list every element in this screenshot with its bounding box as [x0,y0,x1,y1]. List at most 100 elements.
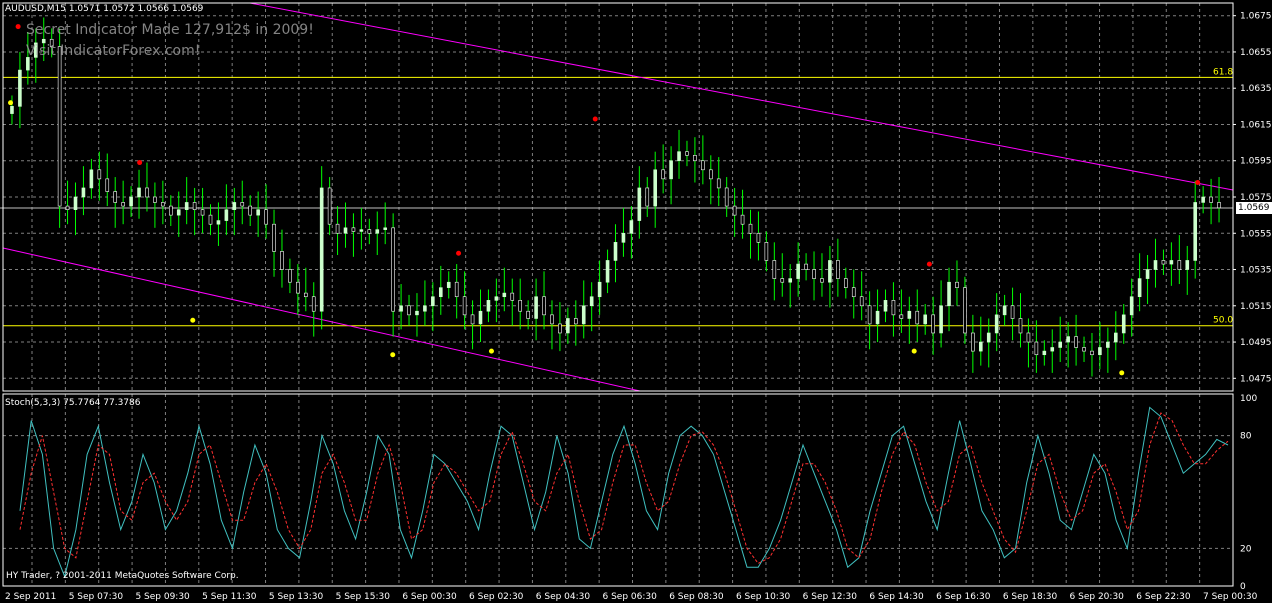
stoch-tick-label: 100 [1240,394,1257,404]
candle-body [264,209,268,225]
stoch-header: Stoch(5,3,3) 75.7764 77.3786 [5,398,141,408]
candle-body [121,202,125,207]
candle-body [1050,347,1055,352]
stoch-tick-label: 80 [1240,432,1252,442]
time-tick-label: 7 Sep 00:30 [1203,592,1258,602]
candle-body [137,187,141,198]
candle-body [812,269,816,279]
candle-body [65,205,70,210]
candle-body [1034,341,1039,356]
time-tick-label: 6 Sep 08:30 [669,592,724,602]
price-tick-label: 1.0495 [1240,338,1272,348]
candle-body [772,260,777,279]
candle-body [1153,260,1158,270]
candle-body [780,278,785,283]
price-tick-label: 1.0535 [1240,266,1272,276]
candle-body [105,178,110,192]
candle-body [446,281,451,288]
candle-body [581,305,586,325]
candle-body [462,296,467,316]
candle-body [129,196,133,207]
candle-body [883,300,888,312]
candle-body [1106,341,1110,348]
candle-body [1177,260,1182,270]
candle-body [502,292,507,298]
candle-body [1090,350,1094,356]
candle-body [1217,202,1221,209]
candle-body [677,151,681,162]
candle-body [184,202,189,210]
candle-body [431,296,435,307]
time-tick-label: 6 Sep 22:30 [1136,592,1191,602]
candle-body [153,196,157,203]
candle-body [343,227,348,234]
candle-body [232,202,237,210]
candle-body [1201,196,1205,203]
trading-chart[interactable]: 61.8 50.0 1.0675 1.0655 1.0635 1.0615 1.0595 1… [0,0,1272,603]
candle-body [423,305,427,312]
fractal-low-dot [1119,370,1125,376]
stoch-tick-label: 20 [1240,544,1252,554]
time-tick-label: 6 Sep 12:30 [803,592,858,602]
candle-body [558,323,562,334]
fractal-high-dot [456,250,462,256]
candle-body [867,305,872,325]
stoch-main-line [19,406,1229,579]
candle-body [573,318,578,325]
candle-body [986,332,991,343]
candle-body [708,169,713,180]
candle-body [1018,318,1023,334]
candle-body [661,169,665,180]
candle-body [1161,260,1166,265]
price-tick-label: 1.0555 [1240,229,1272,239]
candle-body [73,196,78,210]
candle-body [57,46,62,207]
candle-body [732,205,737,216]
time-tick-label: 6 Sep 10:30 [736,592,791,602]
fractal-high-dot [1195,179,1201,185]
candle-body [438,287,443,298]
candle-body [478,310,483,325]
fractal-high-dot [926,261,932,267]
candle-body [367,229,372,234]
candle-body [161,202,165,207]
candle-body [26,57,30,71]
candle-body [168,205,173,216]
candle-body [240,202,245,207]
candle-body [939,305,943,334]
fractal-high-dot [137,160,143,166]
stoch-frame [2,393,1234,587]
candle-body [550,314,554,325]
candle-body [296,281,300,294]
current-price-badge: 1.0569 [1236,202,1272,214]
time-tick-label: 6 Sep 14:30 [869,592,924,602]
candle-body [1209,196,1213,203]
price-tick-label: 1.0655 [1240,48,1272,58]
candle-body [828,260,832,283]
candle-body [359,229,364,232]
candle-body [748,223,753,234]
candle-body [701,160,705,171]
candle-body [978,341,983,352]
candle-body [224,209,229,221]
copyright-text: HY Trader, ? 2001-2011 MetaQuotes Softwa… [6,571,239,581]
fractal-low-dot [911,348,917,354]
price-grid [3,3,1234,391]
candle-body [407,305,411,316]
candle-body [637,187,642,221]
candle-body [875,310,880,325]
candle-body [415,310,419,316]
candle-body [955,281,959,288]
time-tick-label: 5 Sep 07:30 [69,592,124,602]
candle-body [1002,305,1007,316]
candle-body [947,281,951,307]
channel-upper-line[interactable] [249,2,1234,191]
chart-axes: 1.06751.06551.06351.06151.05951.05751.05… [2,2,1272,602]
promo-text-1: Secret Indicator Made 127,912$ in 2009! [26,22,314,38]
candle-body [18,69,22,107]
candle-body [859,296,864,307]
stoch-tick-label: 0 [1240,582,1246,592]
time-tick-label: 6 Sep 02:30 [469,592,524,602]
candle-body [589,296,594,307]
candle-body [216,220,221,225]
